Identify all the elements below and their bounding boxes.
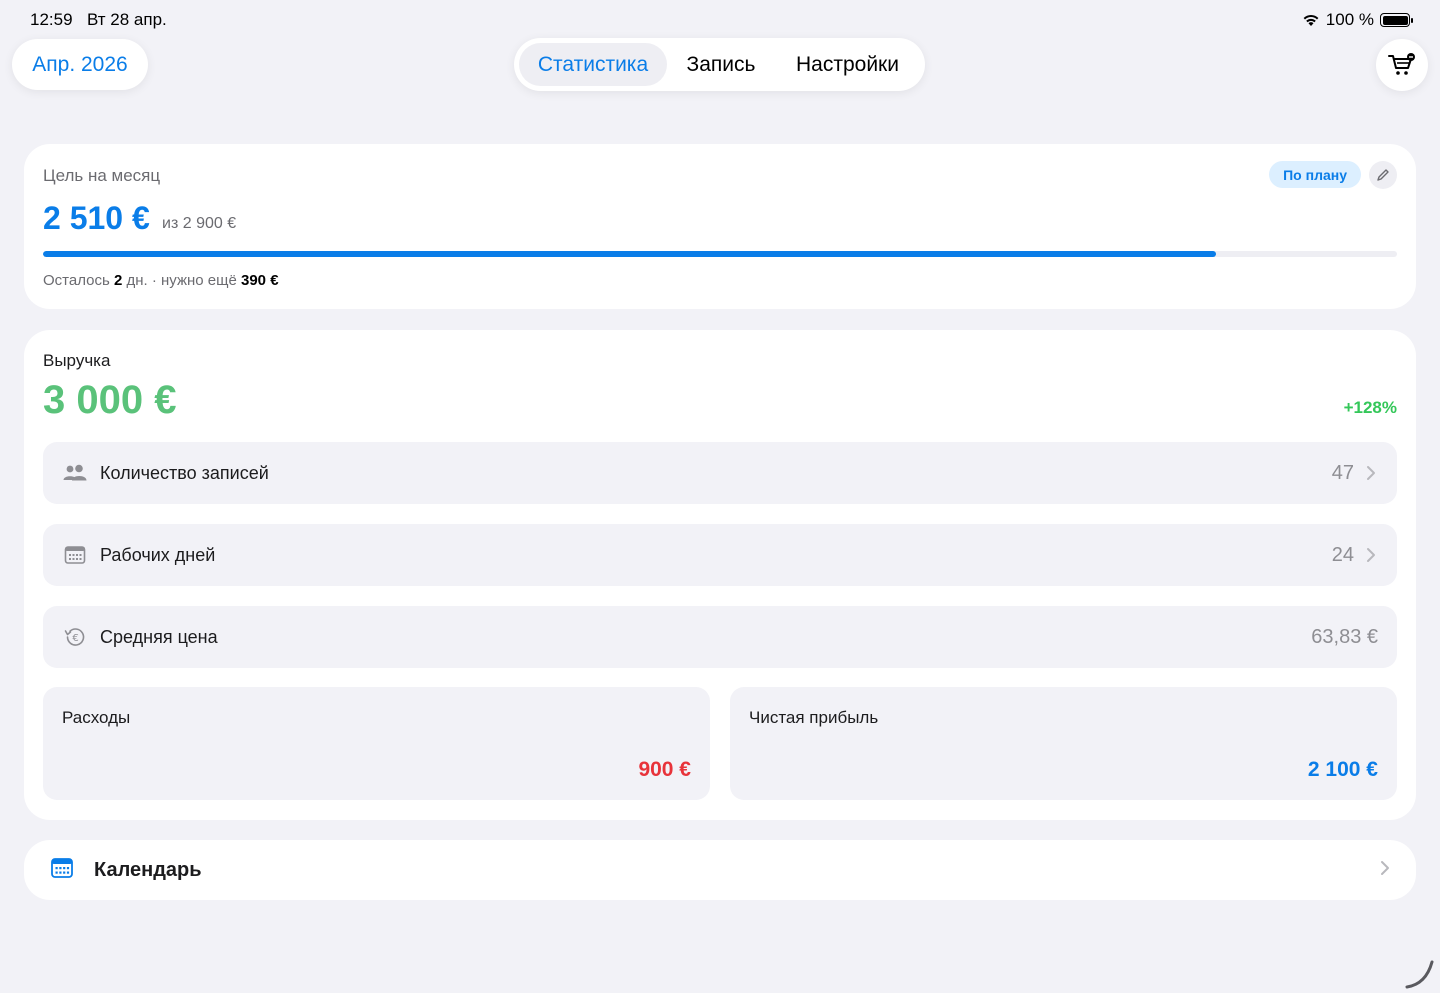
month-picker-button[interactable]: Апр. 2026 bbox=[12, 39, 148, 90]
net-profit-tile: Чистая прибыль 2 100 € bbox=[730, 687, 1397, 800]
row-average-price: € Средняя цена 63,83 € bbox=[43, 606, 1397, 668]
svg-text:€: € bbox=[72, 633, 78, 644]
row-working-days[interactable]: Рабочих дней 24 bbox=[43, 524, 1397, 586]
people-icon bbox=[62, 460, 88, 486]
expenses-label: Расходы bbox=[62, 708, 131, 727]
tab-statistics[interactable]: Статистика bbox=[519, 43, 667, 86]
goal-footer-amount: 390 € bbox=[241, 272, 279, 289]
revenue-delta: +128% bbox=[1343, 398, 1397, 417]
expenses-value: 900 € bbox=[638, 758, 691, 781]
wifi-icon bbox=[1303, 14, 1319, 26]
chevron-right-icon bbox=[1380, 860, 1390, 881]
pencil-icon bbox=[1377, 169, 1389, 181]
main-tabs: Статистика Запись Настройки bbox=[514, 38, 925, 91]
calendar-label: Календарь bbox=[94, 858, 202, 881]
goal-footer-mid: дн. · нужно ещё bbox=[122, 272, 241, 289]
row-value: 63,83 € bbox=[1311, 625, 1378, 648]
euro-history-icon: € bbox=[62, 624, 88, 650]
expenses-tile: Расходы 900 € bbox=[43, 687, 710, 800]
status-date: Вт 28 апр. bbox=[87, 10, 167, 29]
goal-target-value: из 2 900 € bbox=[162, 215, 237, 232]
calendar-link[interactable]: Календарь bbox=[24, 840, 1416, 900]
goal-progress-fill bbox=[43, 251, 1216, 257]
battery-percent: 100 % bbox=[1325, 10, 1374, 29]
row-bookings-count[interactable]: Количество записей 47 bbox=[43, 442, 1397, 504]
tab-settings[interactable]: Настройки bbox=[775, 43, 920, 86]
calendar-icon bbox=[62, 542, 88, 568]
net-profit-value: 2 100 € bbox=[1307, 758, 1378, 781]
resize-handle-icon bbox=[1405, 960, 1434, 989]
revenue-card: Выручка 3 000 € +128% Количество записей… bbox=[24, 330, 1416, 820]
calendar-blue-icon bbox=[50, 857, 74, 884]
status-bar: 12:59 Вт 28 апр. 100 % bbox=[0, 0, 1440, 38]
row-label: Средняя цена bbox=[100, 626, 218, 647]
row-value: 47 bbox=[1331, 461, 1354, 484]
chevron-right-icon bbox=[1366, 547, 1378, 563]
status-time: 12:59 bbox=[30, 10, 73, 29]
row-label: Количество записей bbox=[100, 462, 269, 483]
cart-button[interactable] bbox=[1376, 39, 1428, 91]
goal-footer-prefix: Осталось bbox=[43, 272, 114, 289]
status-right: 100 % bbox=[1302, 10, 1413, 30]
revenue-title: Выручка bbox=[43, 351, 111, 370]
row-value: 24 bbox=[1331, 543, 1354, 566]
goal-footer: Осталось 2 дн. · нужно ещё 390 € bbox=[43, 272, 279, 289]
monthly-goal-card: Цель на месяц По плану 2 510 € из 2 900 … bbox=[24, 144, 1416, 309]
battery-icon bbox=[1380, 13, 1413, 27]
goal-title: Цель на месяц bbox=[43, 166, 161, 185]
goal-current-value: 2 510 € bbox=[43, 200, 150, 236]
cart-icon bbox=[1388, 53, 1415, 75]
revenue-value: 3 000 € bbox=[43, 378, 177, 422]
goal-progress-bar bbox=[43, 251, 1397, 257]
on-track-badge: По плану bbox=[1269, 161, 1361, 188]
row-label: Рабочих дней bbox=[100, 544, 216, 565]
tab-booking[interactable]: Запись bbox=[667, 43, 775, 86]
edit-goal-button[interactable] bbox=[1369, 161, 1397, 189]
chevron-right-icon bbox=[1366, 465, 1378, 481]
net-profit-label: Чистая прибыль bbox=[749, 708, 879, 727]
